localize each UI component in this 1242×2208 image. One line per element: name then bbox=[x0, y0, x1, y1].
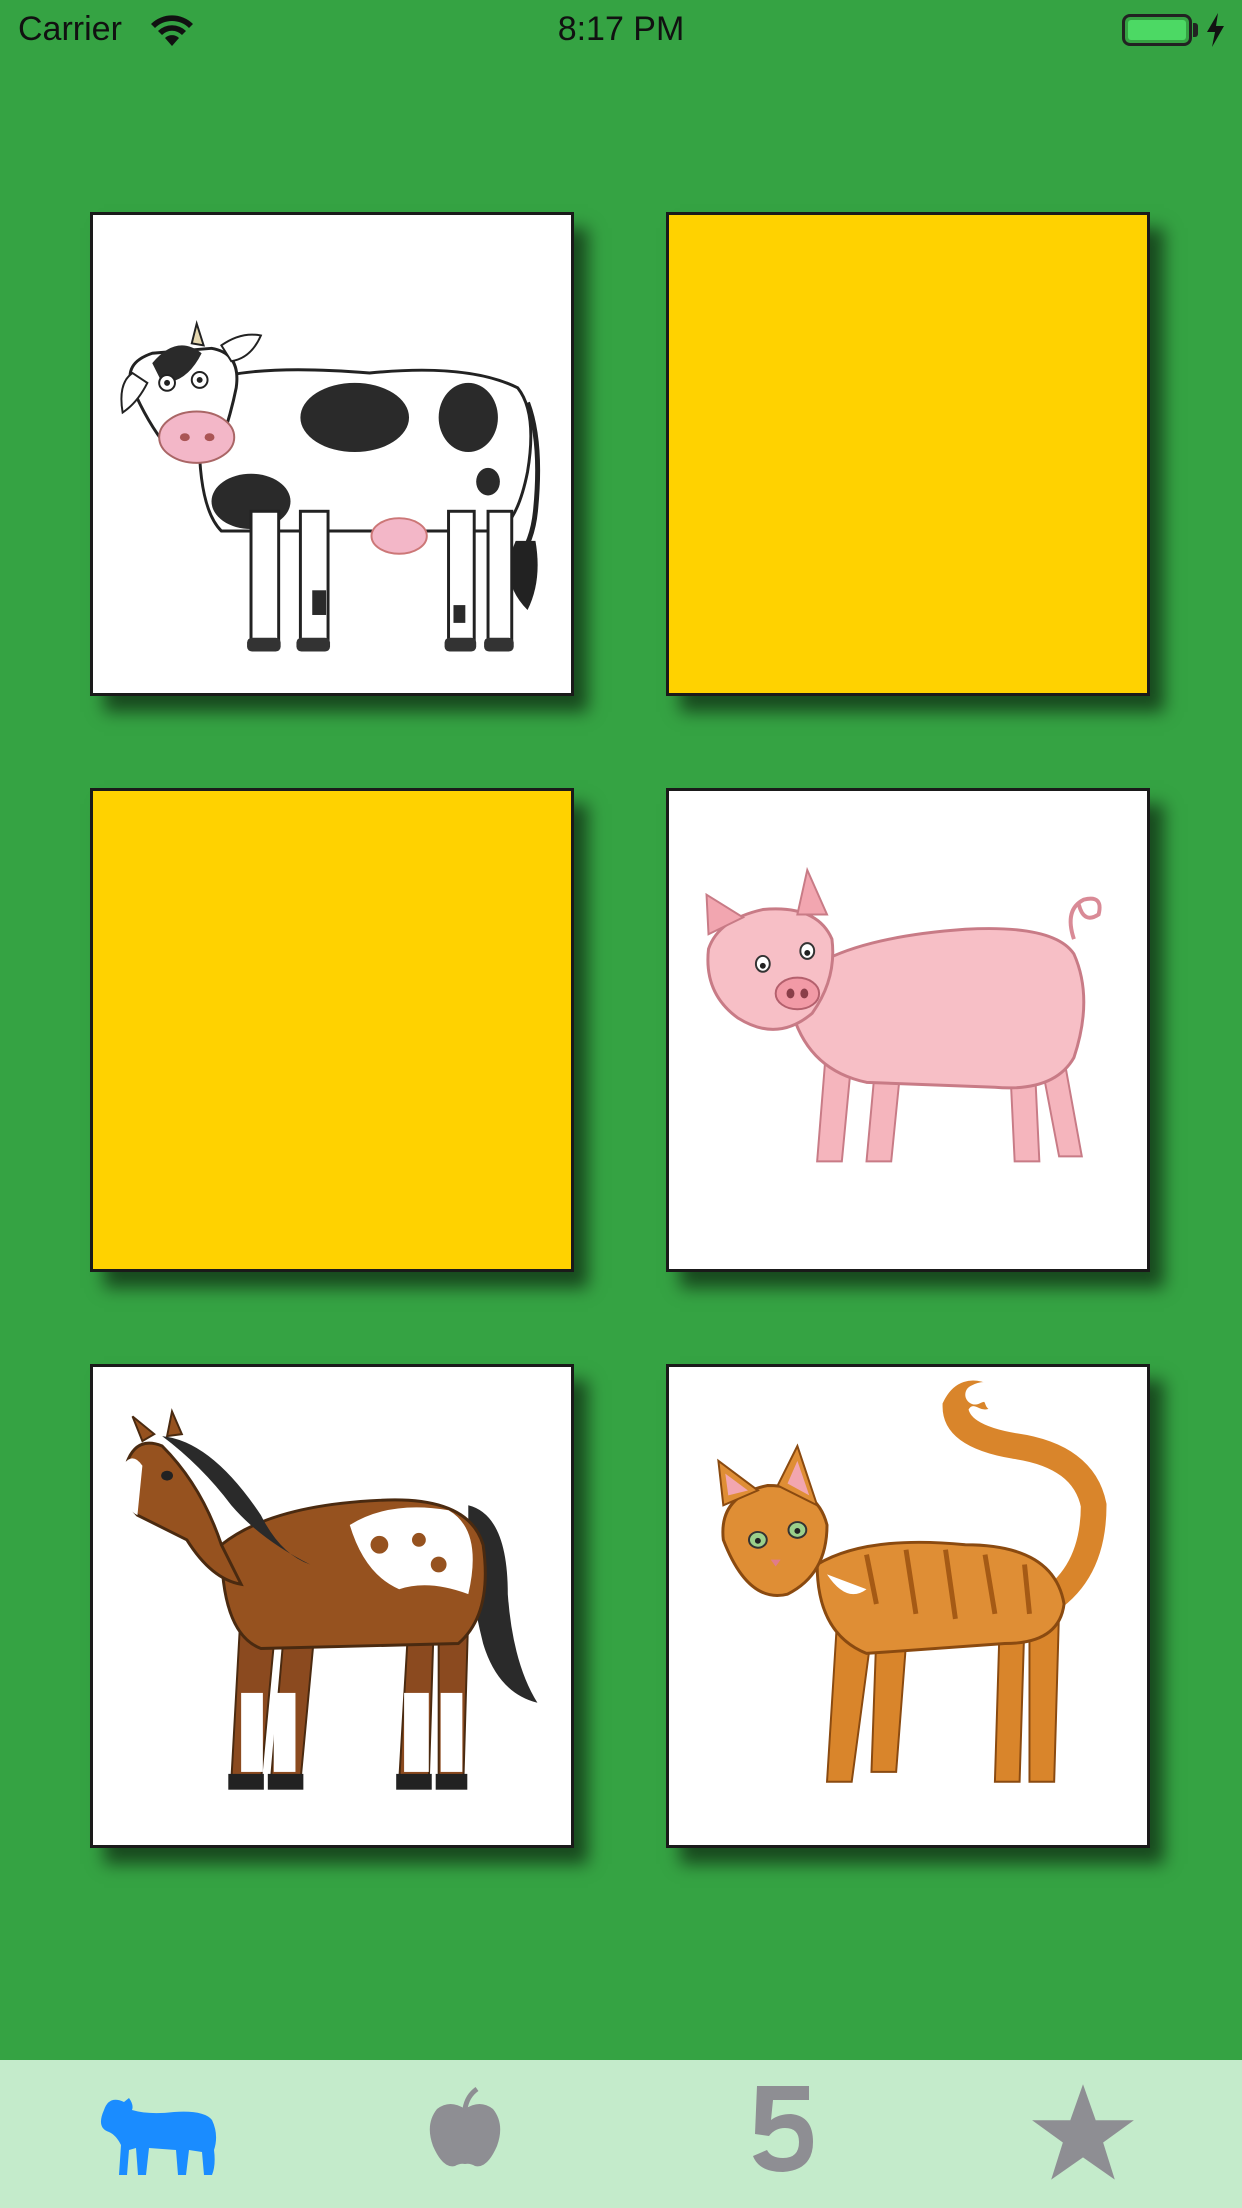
memory-card-hidden[interactable] bbox=[90, 788, 574, 1272]
tab-favorites[interactable] bbox=[930, 2060, 1240, 2208]
battery-icon bbox=[1122, 14, 1192, 46]
cat-image bbox=[717, 1380, 1107, 1783]
status-bar: Carrier 8:17 PM bbox=[0, 0, 1242, 62]
cow-icon bbox=[100, 2098, 217, 2175]
memory-card-hidden[interactable] bbox=[666, 212, 1150, 696]
memory-card-cat[interactable] bbox=[666, 1364, 1150, 1848]
status-time: 8:17 PM bbox=[557, 10, 685, 48]
memory-card-horse[interactable] bbox=[90, 1364, 574, 1848]
tab-bar bbox=[0, 2060, 1242, 2208]
battery-nub bbox=[1193, 23, 1198, 37]
tab-numbers[interactable] bbox=[620, 2060, 930, 2208]
tab-fruits[interactable] bbox=[310, 2060, 620, 2208]
charging-bolt-icon bbox=[1207, 13, 1224, 47]
number-five-icon bbox=[753, 2086, 813, 2172]
apple-icon bbox=[429, 2086, 501, 2167]
tab-animals[interactable] bbox=[0, 2060, 310, 2208]
memory-card-cow[interactable] bbox=[90, 212, 574, 696]
memory-card-pig[interactable] bbox=[666, 788, 1150, 1272]
star-icon bbox=[1032, 2084, 1134, 2180]
battery-level bbox=[1128, 20, 1186, 40]
horse-image bbox=[121, 1408, 538, 1790]
pig-image bbox=[705, 866, 1102, 1163]
cow-image bbox=[120, 320, 541, 652]
